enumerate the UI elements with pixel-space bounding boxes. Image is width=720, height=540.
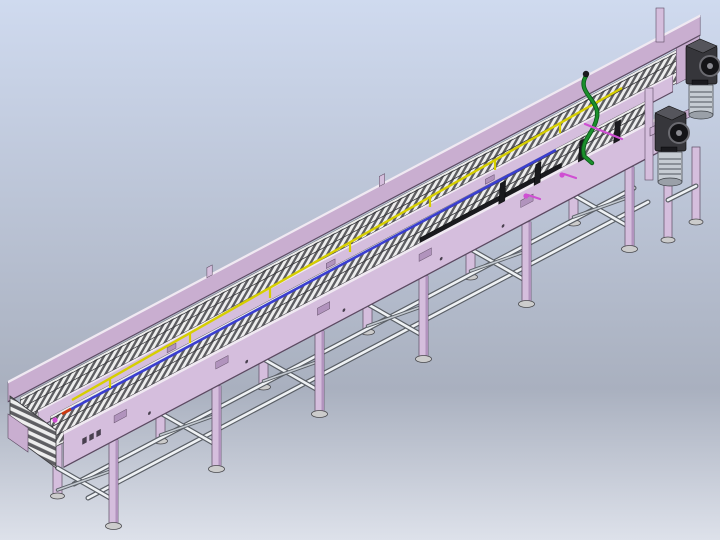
leveling-foot (51, 493, 65, 499)
hose-fitting (583, 71, 589, 77)
end-post-top (656, 8, 664, 42)
cad-viewport[interactable] (0, 0, 720, 540)
motor-body[interactable] (658, 152, 682, 182)
clamp-knob[interactable] (559, 172, 564, 177)
clamp-knob[interactable] (523, 193, 528, 198)
clamp-knob[interactable] (52, 417, 57, 422)
conveyor-assembly-render[interactable] (0, 0, 720, 540)
motor-body[interactable] (689, 85, 713, 115)
